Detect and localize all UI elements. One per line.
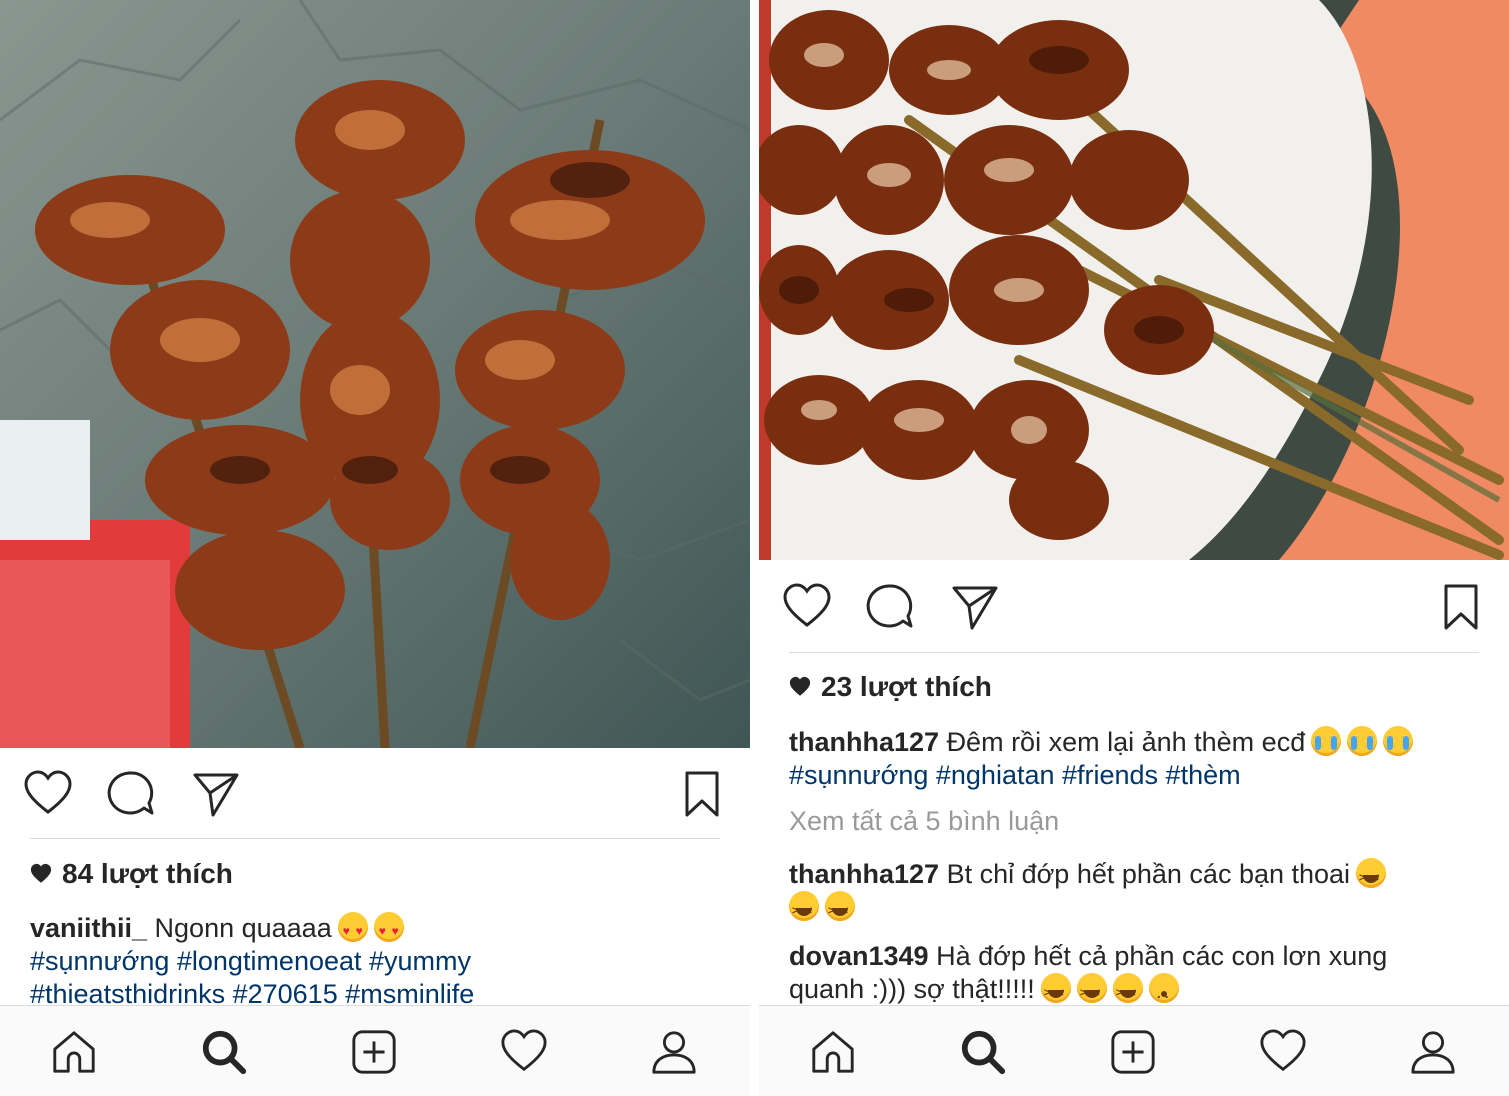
tab-home[interactable] xyxy=(48,1026,100,1078)
laughing-emoji-icon xyxy=(789,891,819,928)
caption-text: Đêm rồi xem lại ảnh thèm ecđ xyxy=(946,727,1306,757)
comment-username[interactable]: dovan1349 xyxy=(789,941,929,971)
share-button[interactable] xyxy=(949,581,1001,633)
share-icon xyxy=(952,586,998,630)
likes-label: 84 lượt thích xyxy=(62,858,233,889)
caption-hashtags[interactable]: #sụnnướng #longtimenoeat #yummy xyxy=(30,945,720,978)
tab-search[interactable] xyxy=(957,1026,1009,1078)
comment-text: Hà đớp hết cả phần các con lơn xung xyxy=(936,941,1388,971)
heart-eyes-emoji-icon xyxy=(337,912,368,948)
action-bar xyxy=(0,748,750,838)
home-icon xyxy=(812,1031,854,1073)
divider xyxy=(789,652,1479,653)
laughing-emoji-icon xyxy=(1040,973,1071,1010)
crying-emoji-icon xyxy=(1347,726,1378,756)
divider xyxy=(30,838,720,839)
post-caption: thanhha127 Đêm rồi xem lại ảnh thèm ecđ … xyxy=(789,726,1479,792)
bottom-tab-bar xyxy=(759,1005,1509,1096)
tab-add[interactable] xyxy=(348,1026,400,1078)
search-icon xyxy=(202,1030,247,1075)
add-icon xyxy=(1111,1030,1155,1074)
share-icon xyxy=(193,773,239,817)
grilled-skewers-plate-photo xyxy=(759,0,1509,560)
crying-emoji-icon xyxy=(1383,726,1414,756)
hushed-emoji-icon xyxy=(1148,973,1179,1010)
likes-count[interactable]: 23 lượt thích xyxy=(789,671,992,703)
view-all-comments-link[interactable]: Xem tất cả 5 bình luận xyxy=(789,805,1479,838)
post-caption: vaniithii_ Ngonn quaaaa #sụnnướng #longt… xyxy=(30,912,720,1011)
caption-text: Ngonn quaaaa xyxy=(154,913,332,943)
activity-icon xyxy=(1260,1029,1306,1072)
post-photo[interactable] xyxy=(0,0,750,748)
comment-item: dovan1349 Hà đớp hết cả phần các con lơn… xyxy=(789,940,1479,1010)
crying-emoji-icon xyxy=(1311,726,1342,756)
bookmark-button[interactable] xyxy=(676,768,728,820)
activity-icon xyxy=(501,1029,547,1072)
profile-icon xyxy=(652,1031,696,1074)
tab-profile[interactable] xyxy=(1407,1026,1459,1078)
bookmark-button[interactable] xyxy=(1435,581,1487,633)
tab-add[interactable] xyxy=(1107,1026,1159,1078)
heart-eyes-emoji-icon xyxy=(373,912,404,948)
panel-divider xyxy=(750,0,759,1096)
bottom-tab-bar xyxy=(0,1005,750,1096)
share-button[interactable] xyxy=(190,768,242,820)
heart-icon xyxy=(24,770,72,814)
bookmark-icon xyxy=(1444,584,1478,630)
tab-activity[interactable] xyxy=(498,1026,550,1078)
tab-profile[interactable] xyxy=(648,1026,700,1078)
laughing-emoji-icon xyxy=(825,891,855,928)
likes-label: 23 lượt thích xyxy=(821,671,992,702)
tab-search[interactable] xyxy=(198,1026,250,1078)
post-photo[interactable] xyxy=(759,0,1509,560)
caption-username[interactable]: thanhha127 xyxy=(789,727,939,757)
comment-icon xyxy=(866,584,913,628)
post-left: 84 lượt thích vaniithii_ Ngonn quaaaa #s… xyxy=(0,0,750,1096)
comment-text: Bt chỉ đớp hết phần các bạn thoai xyxy=(946,859,1351,889)
comment-button[interactable] xyxy=(864,581,916,633)
laughing-emoji-icon xyxy=(1112,973,1143,1010)
heart-icon xyxy=(30,863,52,883)
profile-icon xyxy=(1411,1031,1455,1074)
caption-username[interactable]: vaniithii_ xyxy=(30,913,147,943)
comment-button[interactable] xyxy=(105,768,157,820)
tab-home[interactable] xyxy=(807,1026,859,1078)
heart-icon xyxy=(789,676,811,696)
laughing-emoji-icon xyxy=(1076,973,1107,1010)
comment-icon xyxy=(107,771,154,815)
add-icon xyxy=(352,1030,396,1074)
like-button[interactable] xyxy=(781,581,833,633)
tab-activity[interactable] xyxy=(1257,1026,1309,1078)
laughing-emoji-icon xyxy=(1356,858,1387,895)
comment-item: thanhha127 Bt chỉ đớp hết phần các bạn t… xyxy=(789,858,1479,928)
likes-count[interactable]: 84 lượt thích xyxy=(30,858,233,890)
caption-hashtags[interactable]: #sụnnướng #nghiatan #friends #thèm xyxy=(789,759,1479,792)
post-right: 23 lượt thích thanhha127 Đêm rồi xem lại… xyxy=(759,0,1509,1096)
home-icon xyxy=(53,1031,95,1073)
search-icon xyxy=(961,1030,1006,1075)
bookmark-icon xyxy=(685,771,719,817)
like-button[interactable] xyxy=(22,768,74,820)
heart-icon xyxy=(783,583,831,627)
comment-username[interactable]: thanhha127 xyxy=(789,859,939,889)
action-bar xyxy=(759,561,1509,651)
comment-text: quanh :))) sợ thật!!!!! xyxy=(789,974,1035,1004)
grilled-skewers-photo xyxy=(0,0,750,748)
